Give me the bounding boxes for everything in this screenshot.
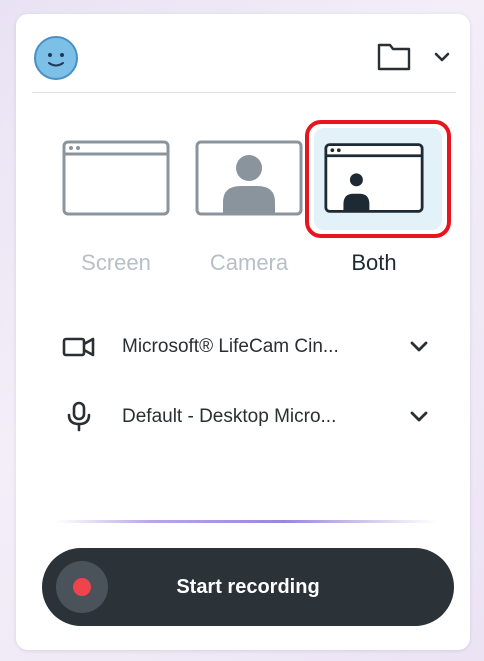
smiley-face-icon [48, 53, 64, 67]
folder-button[interactable] [376, 40, 412, 72]
accent-divider [56, 520, 436, 523]
folder-icon [377, 43, 411, 71]
header-menu-dropdown[interactable] [432, 48, 452, 66]
header-divider [32, 92, 456, 93]
mode-camera[interactable]: Camera [189, 110, 309, 290]
chevron-down-icon [434, 52, 450, 62]
mode-selector: Screen Camera Both [16, 110, 470, 300]
microphone-icon [67, 401, 91, 432]
avatar[interactable] [34, 36, 78, 80]
start-recording-label: Start recording [176, 576, 320, 598]
panel-header [16, 14, 470, 92]
chevron-down-icon [410, 411, 428, 422]
mode-screen[interactable]: Screen [56, 110, 176, 290]
camera-select-value: Microsoft® LifeCam Cin... [122, 336, 339, 357]
mode-both[interactable]: Both [305, 110, 451, 290]
mode-screen-label: Screen [81, 250, 151, 275]
start-recording-button[interactable]: Start recording [42, 548, 454, 626]
mode-camera-label: Camera [209, 250, 289, 275]
video-camera-icon [62, 337, 95, 357]
chevron-down-icon [410, 341, 428, 352]
browser-window-icon [62, 140, 170, 216]
window-with-person-icon [324, 143, 424, 213]
microphone-select[interactable]: Default - Desktop Micro... [16, 397, 470, 437]
person-camera-icon [195, 140, 303, 216]
recorder-panel: Screen Camera Both Microsoft® LifeCam Ci… [16, 14, 470, 650]
microphone-select-value: Default - Desktop Micro... [122, 406, 337, 427]
camera-select[interactable]: Microsoft® LifeCam Cin... [16, 327, 470, 367]
mode-both-label: Both [351, 250, 397, 275]
